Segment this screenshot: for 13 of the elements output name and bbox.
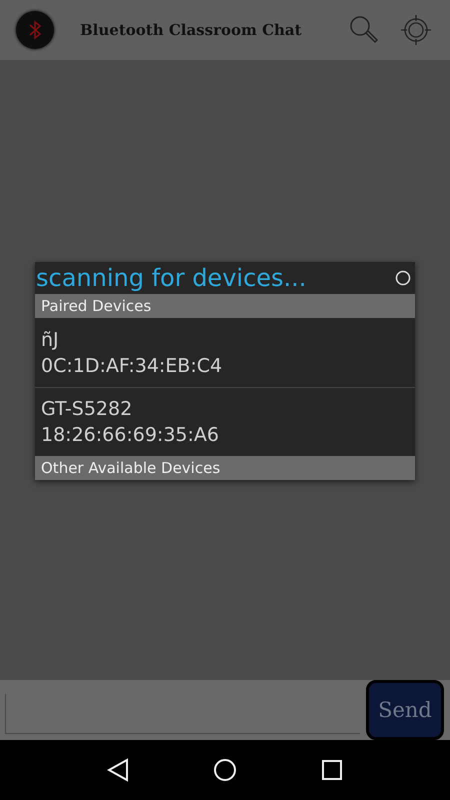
recents-icon[interactable] xyxy=(321,759,343,781)
target-icon[interactable] xyxy=(398,12,434,48)
app-title: Bluetooth Classroom Chat xyxy=(80,21,303,39)
progress-spinner-icon xyxy=(395,270,411,286)
message-field[interactable] xyxy=(5,694,360,734)
back-icon[interactable] xyxy=(107,758,129,782)
home-icon[interactable] xyxy=(213,758,237,782)
section-header: Paired Devices xyxy=(35,294,415,318)
send-button[interactable]: Send xyxy=(366,680,444,740)
device-item[interactable]: ñJ 0C:1D:AF:34:EB:C4 xyxy=(35,318,415,387)
bluetooth-logo-icon xyxy=(16,11,54,49)
section-header: Other Available Devices xyxy=(35,456,415,480)
dialog-title: scanning for devices... xyxy=(36,263,306,294)
